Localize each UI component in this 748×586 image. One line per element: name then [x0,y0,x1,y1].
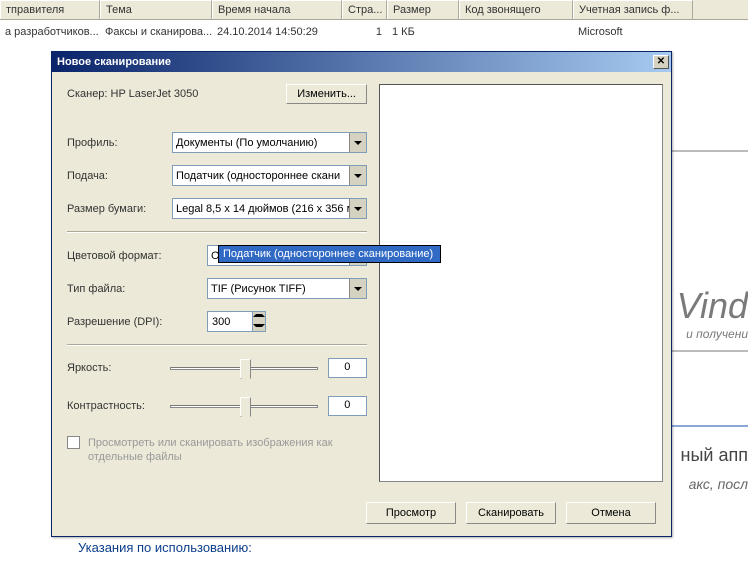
preview-button[interactable]: Просмотр [366,502,456,524]
contrast-slider[interactable] [170,396,317,416]
dpi-input[interactable]: 300 [207,311,252,332]
cell-time: 24.10.2014 14:50:29 [212,24,342,40]
brightness-value[interactable]: 0 [328,358,367,378]
new-scan-dialog: Новое сканирование ✕ Сканер: HP LaserJet… [51,51,672,537]
feed-dropdown-option[interactable]: Податчик (одностороннее сканирование) [218,245,441,263]
spinner-down-icon[interactable] [253,322,265,332]
slider-thumb[interactable] [240,359,251,379]
color-format-label: Цветовой формат: [67,250,207,262]
cell-size: 1 КБ [387,24,459,40]
col-subject[interactable]: Тема [100,0,212,19]
scan-preview-area[interactable] [379,84,663,482]
cell-subject: Факсы и сканирова... [100,24,212,40]
chevron-down-icon [349,279,366,298]
cell-pages: 1 [342,24,387,40]
paper-size-select[interactable]: Legal 8,5 x 14 дюймов (216 x 356 м [172,198,367,219]
feed-label: Подача: [67,170,172,182]
cell-sender: а разработчиков... [0,24,100,40]
filetype-select[interactable]: TIF (Рисунок TIFF) [207,278,367,299]
separate-files-checkbox[interactable] [67,436,80,449]
chevron-down-icon [349,199,366,218]
col-start-time[interactable]: Время начала [212,0,342,19]
bg-table-header: тправителя Тема Время начала Стра... Раз… [0,0,748,20]
section-divider [67,231,367,233]
contrast-value[interactable]: 0 [328,396,367,416]
bg-windows-logo-text: Vind [677,285,748,327]
close-button[interactable]: ✕ [653,55,669,69]
profile-value: Документы (По умолчанию) [176,137,317,149]
cell-account: Microsoft [573,24,693,40]
change-scanner-button[interactable]: Изменить... [286,84,367,104]
bg-subtitle: и получени [686,327,748,341]
feed-value: Податчик (одностороннее скани [176,170,340,182]
spinner-up-icon[interactable] [253,312,265,322]
paper-size-value: Legal 8,5 x 14 дюймов (216 x 356 м [176,203,354,215]
background-fax-list: тправителя Тема Время начала Стра... Раз… [0,0,748,44]
chevron-down-icon [349,133,366,152]
profile-select[interactable]: Документы (По умолчанию) [172,132,367,153]
cancel-button[interactable]: Отмена [566,502,656,524]
scan-button[interactable]: Сканировать [466,502,556,524]
bg-app-text: ный апп [681,445,748,466]
paper-size-label: Размер бумаги: [67,203,172,215]
separate-files-label: Просмотреть или сканировать изображения … [88,436,367,465]
table-row[interactable]: а разработчиков... Факсы и сканирова... … [0,20,748,44]
cell-caller [459,24,573,40]
dialog-title: Новое сканирование [57,56,653,68]
brightness-slider[interactable] [170,358,317,378]
bg-fax-text: акс, посл [689,476,748,492]
section-divider [67,344,367,346]
chevron-down-icon [349,166,366,185]
col-pages[interactable]: Стра... [342,0,387,19]
bg-divider-2 [668,350,748,352]
bg-divider [668,150,748,152]
filetype-label: Тип файла: [67,283,207,295]
contrast-label: Контрастность: [67,400,170,412]
filetype-value: TIF (Рисунок TIFF) [211,283,306,295]
col-size[interactable]: Размер [387,0,459,19]
col-sender[interactable]: тправителя [0,0,100,19]
col-caller-id[interactable]: Код звонящего [459,0,573,19]
feed-select[interactable]: Податчик (одностороннее скани [172,165,367,186]
brightness-label: Яркость: [67,362,170,374]
slider-thumb[interactable] [240,397,251,417]
instructions-heading: Указания по использованию: [78,540,252,555]
dpi-spinner[interactable] [252,311,266,332]
bg-blue-divider [668,425,748,427]
profile-label: Профиль: [67,137,172,149]
dialog-titlebar[interactable]: Новое сканирование ✕ [52,52,671,72]
col-account[interactable]: Учетная запись ф... [573,0,693,19]
dpi-label: Разрешение (DPI): [67,316,207,328]
scanner-label: Сканер: HP LaserJet 3050 [67,88,286,100]
